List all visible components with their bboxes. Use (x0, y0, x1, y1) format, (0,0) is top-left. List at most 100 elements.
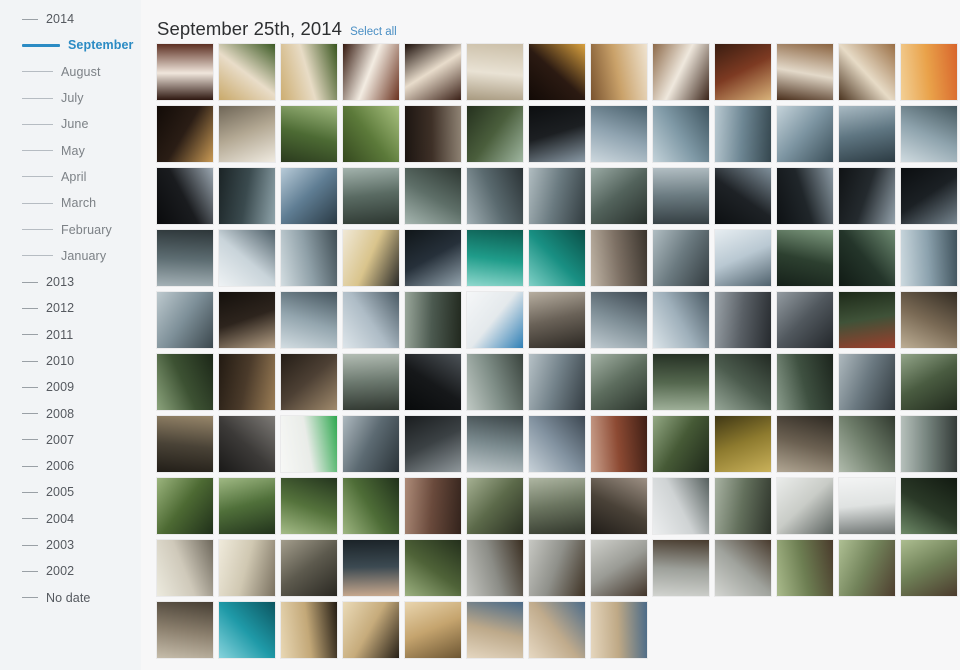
photo-thumbnail[interactable] (281, 292, 337, 348)
photo-thumbnail[interactable] (777, 478, 833, 534)
photo-thumbnail[interactable] (777, 354, 833, 410)
photo-thumbnail[interactable] (219, 354, 275, 410)
photo-thumbnail[interactable] (405, 478, 461, 534)
photo-thumbnail[interactable] (281, 540, 337, 596)
photo-thumbnail[interactable] (467, 540, 523, 596)
photo-thumbnail[interactable] (839, 540, 895, 596)
photo-thumbnail[interactable] (219, 168, 275, 224)
sidebar-item-june[interactable]: June (0, 111, 141, 137)
photo-thumbnail[interactable] (653, 44, 709, 100)
photo-thumbnail[interactable] (467, 478, 523, 534)
photo-thumbnail[interactable] (839, 106, 895, 162)
sidebar-item-january[interactable]: January (0, 243, 141, 269)
sidebar-item-2007[interactable]: 2007 (0, 427, 141, 453)
photo-thumbnail[interactable] (467, 168, 523, 224)
photo-thumbnail[interactable] (219, 602, 275, 658)
photo-thumbnail[interactable] (901, 540, 957, 596)
photo-thumbnail[interactable] (715, 230, 771, 286)
photo-thumbnail[interactable] (715, 168, 771, 224)
photo-thumbnail[interactable] (839, 416, 895, 472)
photo-thumbnail[interactable] (653, 168, 709, 224)
photo-thumbnail[interactable] (529, 44, 585, 100)
photo-thumbnail[interactable] (839, 478, 895, 534)
photo-thumbnail[interactable] (219, 416, 275, 472)
photo-thumbnail[interactable] (157, 354, 213, 410)
photo-thumbnail[interactable] (529, 602, 585, 658)
photo-thumbnail[interactable] (715, 416, 771, 472)
photo-thumbnail[interactable] (467, 230, 523, 286)
photo-thumbnail[interactable] (405, 540, 461, 596)
sidebar-item-2008[interactable]: 2008 (0, 400, 141, 426)
photo-thumbnail[interactable] (281, 106, 337, 162)
photo-thumbnail[interactable] (529, 416, 585, 472)
photo-thumbnail[interactable] (405, 354, 461, 410)
photo-thumbnail[interactable] (405, 292, 461, 348)
photo-thumbnail[interactable] (343, 230, 399, 286)
photo-thumbnail[interactable] (777, 540, 833, 596)
sidebar-item-september[interactable]: September (0, 32, 141, 58)
photo-thumbnail[interactable] (777, 292, 833, 348)
photo-thumbnail[interactable] (343, 540, 399, 596)
photo-thumbnail[interactable] (901, 106, 957, 162)
sidebar-item-2009[interactable]: 2009 (0, 374, 141, 400)
photo-thumbnail[interactable] (467, 416, 523, 472)
photo-thumbnail[interactable] (901, 168, 957, 224)
photo-thumbnail[interactable] (219, 44, 275, 100)
photo-thumbnail[interactable] (281, 230, 337, 286)
photo-thumbnail[interactable] (839, 168, 895, 224)
photo-thumbnail[interactable] (405, 44, 461, 100)
photo-thumbnail[interactable] (529, 106, 585, 162)
photo-thumbnail[interactable] (777, 416, 833, 472)
photo-thumbnail[interactable] (405, 416, 461, 472)
sidebar-item-2013[interactable]: 2013 (0, 269, 141, 295)
photo-thumbnail[interactable] (653, 292, 709, 348)
photo-thumbnail[interactable] (839, 354, 895, 410)
sidebar-item-april[interactable]: April (0, 164, 141, 190)
photo-thumbnail[interactable] (715, 478, 771, 534)
photo-thumbnail[interactable] (839, 44, 895, 100)
photo-thumbnail[interactable] (157, 106, 213, 162)
photo-thumbnail[interactable] (529, 354, 585, 410)
photo-thumbnail[interactable] (281, 416, 337, 472)
photo-thumbnail[interactable] (715, 44, 771, 100)
photo-thumbnail[interactable] (777, 168, 833, 224)
photo-thumbnail[interactable] (529, 230, 585, 286)
photo-thumbnail[interactable] (591, 106, 647, 162)
photo-thumbnail[interactable] (777, 44, 833, 100)
sidebar-item-2012[interactable]: 2012 (0, 295, 141, 321)
photo-thumbnail[interactable] (281, 168, 337, 224)
sidebar-item-2011[interactable]: 2011 (0, 322, 141, 348)
photo-thumbnail[interactable] (529, 540, 585, 596)
photo-thumbnail[interactable] (591, 292, 647, 348)
photo-thumbnail[interactable] (157, 292, 213, 348)
photo-thumbnail[interactable] (591, 230, 647, 286)
sidebar-item-2014[interactable]: 2014 (0, 6, 141, 32)
sidebar-item-march[interactable]: March (0, 190, 141, 216)
photo-thumbnail[interactable] (219, 540, 275, 596)
photo-thumbnail[interactable] (901, 292, 957, 348)
photo-thumbnail[interactable] (777, 106, 833, 162)
photo-thumbnail[interactable] (529, 478, 585, 534)
photo-thumbnail[interactable] (653, 230, 709, 286)
sidebar-item-july[interactable]: July (0, 85, 141, 111)
sidebar-item-2003[interactable]: 2003 (0, 532, 141, 558)
photo-thumbnail[interactable] (405, 168, 461, 224)
sidebar-item-2006[interactable]: 2006 (0, 453, 141, 479)
photo-thumbnail[interactable] (343, 416, 399, 472)
photo-thumbnail[interactable] (219, 478, 275, 534)
photo-thumbnail[interactable] (405, 602, 461, 658)
photo-thumbnail[interactable] (653, 478, 709, 534)
sidebar-item-2005[interactable]: 2005 (0, 479, 141, 505)
photo-thumbnail[interactable] (715, 106, 771, 162)
photo-thumbnail[interactable] (591, 602, 647, 658)
photo-thumbnail[interactable] (901, 478, 957, 534)
photo-thumbnail[interactable] (529, 168, 585, 224)
photo-thumbnail[interactable] (343, 106, 399, 162)
photo-thumbnail[interactable] (467, 44, 523, 100)
photo-thumbnail[interactable] (157, 230, 213, 286)
photo-thumbnail[interactable] (467, 354, 523, 410)
photo-thumbnail[interactable] (343, 168, 399, 224)
photo-thumbnail[interactable] (529, 292, 585, 348)
photo-thumbnail[interactable] (343, 292, 399, 348)
photo-thumbnail[interactable] (591, 540, 647, 596)
